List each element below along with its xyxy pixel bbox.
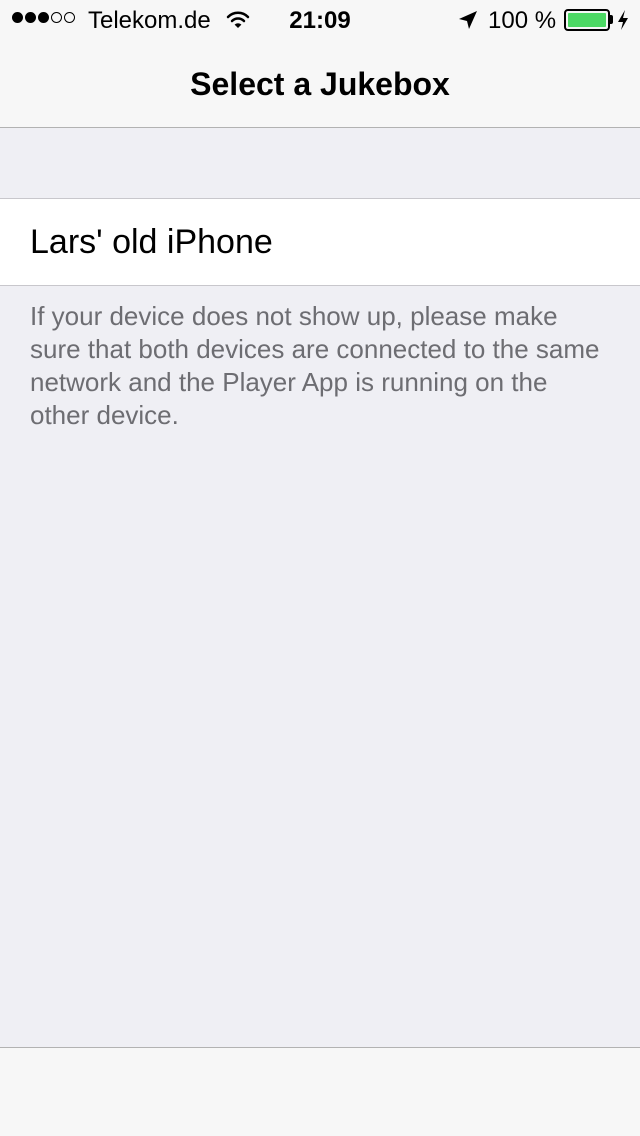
jukebox-device-name: Lars' old iPhone xyxy=(30,223,273,261)
charging-bolt-icon xyxy=(617,9,629,38)
bottom-toolbar xyxy=(0,1047,640,1136)
page-title: Select a Jukebox xyxy=(190,66,450,102)
battery-percentage: 100 % xyxy=(488,7,557,34)
battery-tip xyxy=(610,15,613,24)
jukebox-list-item[interactable]: Lars' old iPhone xyxy=(0,198,640,286)
section-footer-hint: If your device does not show up, please … xyxy=(30,301,600,430)
location-arrow-icon xyxy=(457,9,479,38)
status-bar: Telekom.de 21:09 100 % xyxy=(0,0,640,40)
battery-icon xyxy=(564,9,610,31)
navigation-bar: Telekom.de 21:09 100 % Select a Jukebox xyxy=(0,0,640,128)
battery-level-fill xyxy=(568,13,606,27)
